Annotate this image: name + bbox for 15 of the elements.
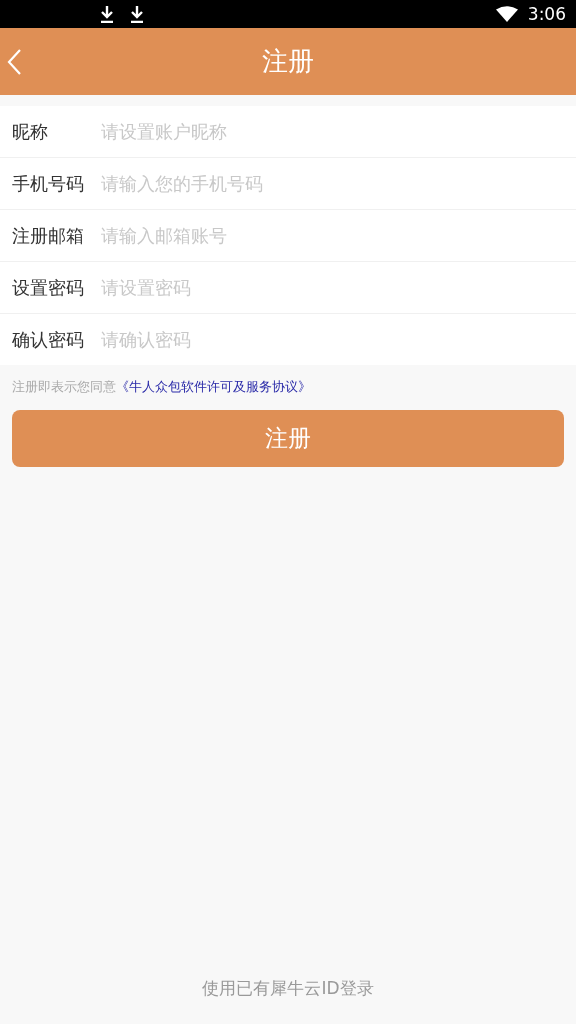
page-title: 注册 [262, 45, 314, 78]
wifi-icon [495, 6, 518, 22]
field-label: 手机号码 [12, 171, 85, 196]
download-icon [130, 5, 144, 23]
login-link[interactable]: 使用已有犀牛云ID登录 [202, 977, 374, 1000]
back-icon[interactable] [7, 49, 21, 75]
agreement-link[interactable]: 《牛人众包软件许可及服务协议》 [116, 379, 311, 394]
field-label: 注册邮箱 [12, 223, 85, 248]
field-label: 设置密码 [12, 275, 85, 300]
field-label: 确认密码 [12, 327, 85, 352]
download-icon [100, 5, 114, 23]
field-label: 昵称 [12, 119, 49, 144]
status-time: 3:06 [527, 4, 566, 24]
agreement-text: 注册即表示您同意 [12, 379, 116, 394]
register-button[interactable]: 注册 [12, 410, 564, 467]
